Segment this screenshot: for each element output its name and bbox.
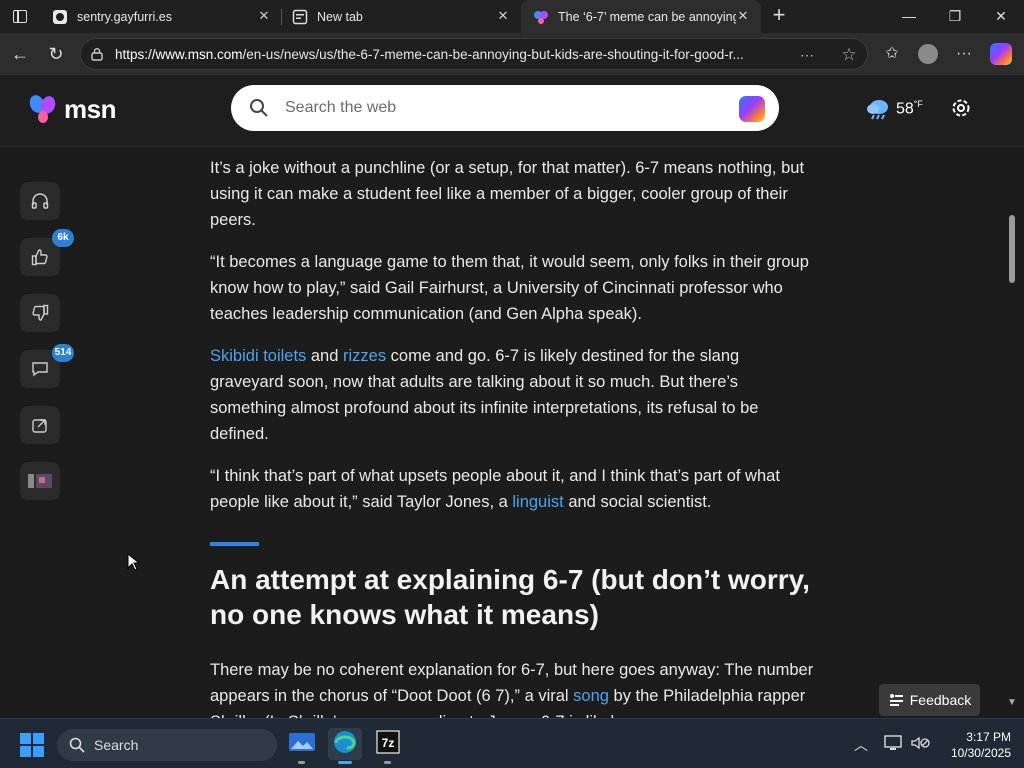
paragraph: It’s a joke without a punchline (or a se… [210,159,805,229]
msn-header: msn 58°F [0,75,1024,147]
msn-logo[interactable]: msn [28,91,116,127]
search-icon [250,99,268,117]
tab-new-tab[interactable]: New tab ✕ [280,0,521,33]
title-bar: sentry.gayfurri.es ✕ New tab ✕ The ‘6-7’… [0,0,1024,33]
weather-temperature: 58°F [896,99,923,118]
favorite-star-icon[interactable]: ☆ [839,46,859,64]
share-icon [32,419,47,433]
article-body: It’s a joke without a punchline (or a se… [210,155,815,718]
gear-icon[interactable] [950,97,972,119]
section-accent-bar [210,542,259,546]
msn-butterfly-logo-icon [29,95,56,123]
network-volume-icon[interactable] [910,735,930,751]
comment-count-badge: 514 [52,344,74,362]
msn-butterfly-icon [534,10,548,24]
paragraph: Skibidi toilets and rizzes come and go. … [210,347,759,443]
headphones-icon [31,193,49,209]
web-search-box[interactable] [231,85,779,131]
page-favicon-icon [53,9,67,24]
feedback-button[interactable]: Feedback [879,684,980,716]
skibidi-toilets-link[interactable]: Skibidi toilets [210,347,306,365]
taskbar-search[interactable]: Search [57,729,277,761]
restore-button[interactable]: ❐ [932,0,978,33]
system-clock[interactable]: 3:17 PM 10/30/2025 [943,729,1011,761]
scrollbar-thumb[interactable] [1009,215,1015,283]
publisher-logo-icon [28,474,52,488]
taskbar-app-edge[interactable] [328,728,362,764]
address-bar: ← ↻ https://www.msn.com/en-us/news/us/th… [0,33,1024,75]
taskbar-app-7zip[interactable]: 7z [371,728,405,764]
copilot-search-icon[interactable] [739,96,765,122]
dislike-button[interactable] [20,294,60,332]
like-count-badge: 6k [52,229,74,247]
listen-button[interactable] [20,182,60,220]
tab-title: sentry.gayfurri.es [77,9,172,24]
edge-browser-icon [334,731,356,753]
back-icon[interactable]: ← [6,41,34,67]
favorites-icon[interactable]: ✩ [880,43,904,65]
tab-actions-icon[interactable] [8,6,32,28]
minimize-button[interactable]: — [886,0,932,33]
clock-date: 10/30/2025 [950,746,1011,760]
refresh-icon[interactable]: ↻ [42,41,70,67]
linguist-link[interactable]: linguist [512,493,563,511]
song-link[interactable]: song [573,687,609,705]
page-scrollbar[interactable]: ▼ [1006,147,1020,718]
logo-text: msn [64,93,116,124]
copilot-icon[interactable] [990,43,1012,65]
url-field[interactable]: https://www.msn.com/en-us/news/us/the-6-… [80,38,868,70]
tab-title: New tab [317,9,363,24]
windows-start-icon[interactable] [20,733,44,757]
photos-app-icon [289,733,315,751]
mouse-cursor-icon [127,553,139,571]
thumbs-up-icon [31,249,48,266]
show-hidden-icons-chevron-icon[interactable]: ︿ [854,735,868,755]
tab-sentry[interactable]: sentry.gayfurri.es ✕ [40,0,282,33]
weather-widget[interactable]: 58°F [866,97,923,121]
svg-text:7z: 7z [382,736,395,750]
close-tab-icon[interactable]: ✕ [735,8,751,24]
new-tab-button[interactable]: + [766,4,792,27]
search-input[interactable] [285,96,705,120]
close-tab-icon[interactable]: ✕ [256,8,272,24]
url-text: https://www.msn.com/en-us/news/us/the-6-… [115,47,744,62]
clock-time: 3:17 PM [966,730,1011,744]
settings-more-icon[interactable]: ··· [952,43,976,65]
comment-icon [32,362,48,377]
tab-msn-article[interactable]: The ‘6-7’ meme can be annoying. ✕ [521,0,761,33]
search-icon [69,737,85,753]
taskbar-search-label: Search [94,737,139,753]
more-page-icon[interactable]: ⋯ [797,46,817,64]
taskbar: Search 7z ︿ 3:17 PM 10/30/2025 [0,718,1024,768]
close-tab-icon[interactable]: ✕ [495,8,511,24]
section-heading: An attempt at explaining 6-7 (but don’t … [210,564,810,630]
profile-avatar-icon[interactable] [918,44,938,64]
new-tab-favicon-icon [292,9,308,24]
paragraph: “I think that’s part of what upsets peop… [210,467,780,511]
paragraph: There may be no coherent explanation for… [210,661,814,718]
feedback-label: Feedback [909,692,972,708]
display-icon[interactable] [884,735,902,751]
article-page: 6k 514 It’s a joke without a punchline (… [0,147,1024,718]
thumbs-down-icon [32,304,49,321]
share-button[interactable] [20,406,60,444]
weather-cloud-icon [867,100,888,120]
rizzes-link[interactable]: rizzes [343,347,386,365]
close-window-button[interactable]: ✕ [978,0,1024,33]
taskbar-app-photos[interactable] [285,728,319,764]
publisher-button[interactable] [20,462,60,500]
paragraph: “It becomes a language game to them that… [210,253,809,323]
tab-title: The ‘6-7’ meme can be annoying. [558,9,736,24]
lock-icon [91,48,103,61]
7zip-app-icon: 7z [376,730,400,754]
scroll-down-icon[interactable]: ▼ [1007,697,1017,708]
feedback-icon [889,694,903,706]
